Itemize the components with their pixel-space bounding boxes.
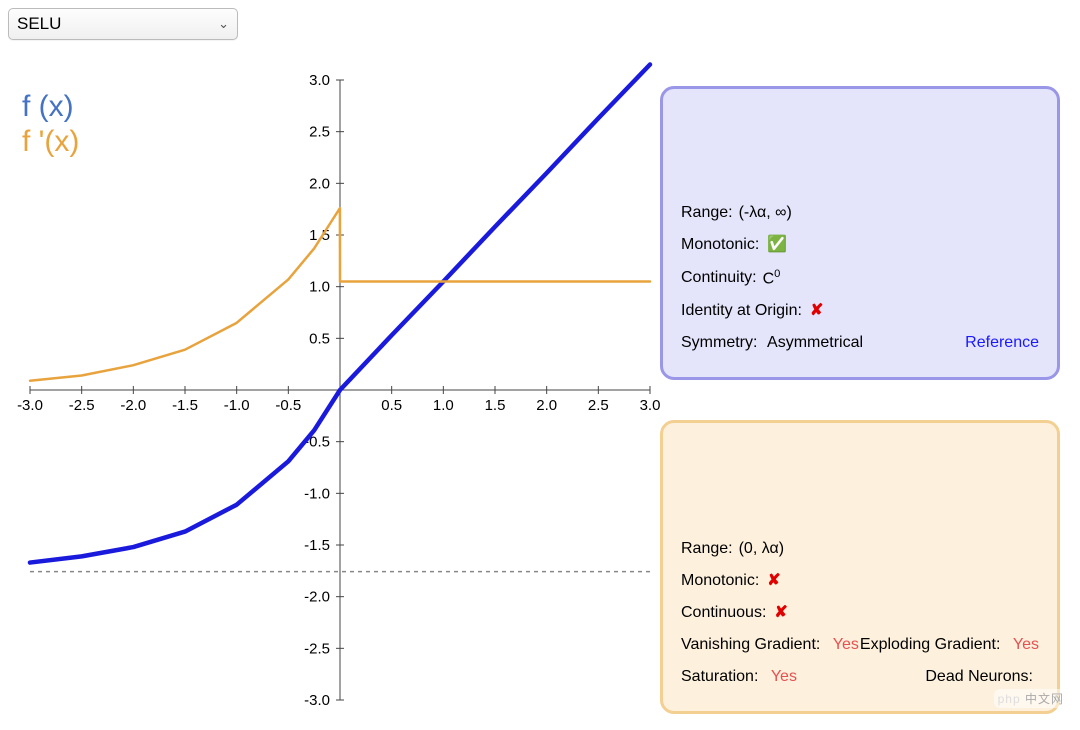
saturation-value: Yes — [771, 668, 797, 685]
svg-text:-1.5: -1.5 — [172, 397, 198, 414]
svg-text:0.5: 0.5 — [309, 330, 330, 347]
dropdown-selected-label: SELU — [17, 14, 61, 34]
svg-text:-2.0: -2.0 — [120, 397, 146, 414]
svg-text:2.0: 2.0 — [536, 397, 557, 414]
exploding-gradient-value: Yes — [1013, 636, 1039, 653]
monotonic-label: Monotonic: — [681, 237, 759, 253]
vanishing-gradient-value: Yes — [833, 636, 859, 653]
x-icon: ✘ — [810, 303, 823, 319]
continuous-label-d: Continuous: — [681, 605, 766, 621]
svg-text:0.5: 0.5 — [381, 397, 402, 414]
function-select-dropdown[interactable]: SELU ⌄ — [8, 8, 238, 40]
svg-text:1.0: 1.0 — [433, 397, 454, 414]
range-label-d: Range: — [681, 541, 733, 557]
identity-label: Identity at Origin: — [681, 303, 802, 319]
continuity-label: Continuity: — [681, 270, 757, 286]
svg-text:-2.0: -2.0 — [304, 589, 330, 606]
svg-text:2.5: 2.5 — [588, 397, 609, 414]
svg-text:3.0: 3.0 — [640, 397, 660, 414]
symmetry-label: Symmetry: — [681, 334, 757, 351]
watermark: php 中文网 — [994, 689, 1068, 708]
svg-text:-1.0: -1.0 — [304, 485, 330, 502]
svg-text:-3.0: -3.0 — [304, 692, 330, 709]
svg-text:-2.5: -2.5 — [304, 640, 330, 657]
range-value: (-λα, ∞) — [739, 205, 792, 221]
svg-text:2.5: 2.5 — [309, 124, 330, 141]
svg-text:3.0: 3.0 — [309, 72, 330, 89]
x-icon: ✘ — [774, 605, 787, 621]
derivative-properties-panel: Range: (0, λα) Monotonic: ✘ Continuous: … — [660, 420, 1060, 714]
reference-link[interactable]: Reference — [965, 335, 1039, 351]
saturation-label: Saturation: — [681, 668, 758, 685]
chevron-down-icon: ⌄ — [218, 16, 229, 32]
svg-text:-2.5: -2.5 — [69, 397, 95, 414]
range-value-d: (0, λα) — [739, 541, 784, 557]
svg-text:-1.5: -1.5 — [304, 537, 330, 554]
range-label: Range: — [681, 205, 733, 221]
check-icon: ✅ — [767, 237, 787, 253]
continuity-value: C0 — [763, 269, 781, 287]
vanishing-gradient-label: Vanishing Gradient: — [681, 636, 820, 653]
x-icon: ✘ — [767, 573, 780, 589]
symmetry-value: Asymmetrical — [767, 334, 863, 351]
svg-text:1.0: 1.0 — [309, 279, 330, 296]
svg-text:2.0: 2.0 — [309, 175, 330, 192]
svg-text:-1.0: -1.0 — [224, 397, 250, 414]
function-properties-panel: Range: (-λα, ∞) Monotonic: ✅ Continuity:… — [660, 86, 1060, 380]
svg-text:1.5: 1.5 — [485, 397, 506, 414]
svg-text:-0.5: -0.5 — [275, 397, 301, 414]
svg-text:-3.0: -3.0 — [17, 397, 43, 414]
dead-neurons-label: Dead Neurons: — [925, 668, 1033, 685]
exploding-gradient-label: Exploding Gradient: — [860, 636, 1001, 653]
monotonic-label-d: Monotonic: — [681, 573, 759, 589]
activation-chart: -3.0 -2.5 -2.0 -1.5 -1.0 -0.5 0.5 1.0 1.5 2.0 2.5 3… — [10, 60, 660, 720]
